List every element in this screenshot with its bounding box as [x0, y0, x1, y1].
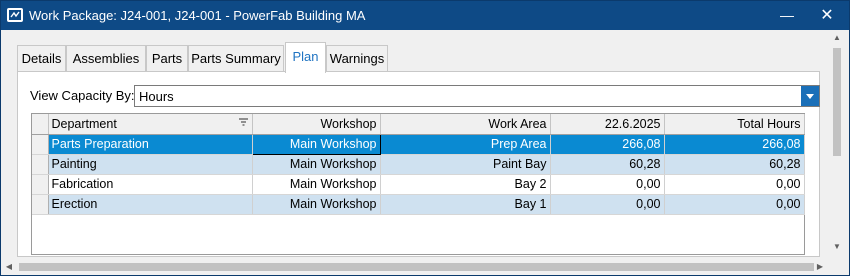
- capacity-grid[interactable]: Department Workshop Work Area 22.6.2025 …: [31, 113, 805, 255]
- tab-parts[interactable]: Parts: [146, 45, 188, 72]
- work-package-icon: [7, 8, 23, 22]
- chevron-down-icon[interactable]: [801, 86, 819, 106]
- work-package-window: Work Package: J24-001, J24-001 - PowerFa…: [0, 0, 850, 276]
- filter-icon[interactable]: [238, 118, 248, 127]
- row-selector[interactable]: [32, 174, 49, 195]
- cell-total-hours[interactable]: 0,00: [664, 174, 805, 195]
- cell-work-area[interactable]: Bay 1: [380, 194, 551, 215]
- column-header-label: Department: [51, 116, 117, 131]
- column-header-work-area[interactable]: Work Area: [380, 114, 551, 135]
- scroll-right-icon[interactable]: ▶: [812, 259, 828, 275]
- column-header-workshop[interactable]: Workshop: [252, 114, 381, 135]
- row-selector[interactable]: [32, 194, 49, 215]
- cell-date-hours[interactable]: 60,28: [550, 154, 665, 175]
- cell-total-hours[interactable]: 0,00: [664, 194, 805, 215]
- tab-warnings[interactable]: Warnings: [326, 45, 388, 72]
- cell-workshop[interactable]: Main Workshop: [252, 174, 381, 195]
- scrollbar-corner: [828, 259, 846, 275]
- cell-department[interactable]: Painting: [48, 154, 253, 175]
- table-row[interactable]: Parts Preparation Main Workshop Prep Are…: [32, 133, 805, 155]
- table-row[interactable]: Fabrication Main Workshop Bay 2 0,00 0,0…: [32, 174, 805, 195]
- minimize-button[interactable]: —: [767, 1, 807, 30]
- window-title: Work Package: J24-001, J24-001 - PowerFa…: [29, 8, 366, 23]
- tab-plan[interactable]: Plan: [285, 42, 326, 73]
- tab-assemblies[interactable]: Assemblies: [66, 45, 146, 72]
- capacity-table: Department Workshop Work Area 22.6.2025 …: [32, 114, 805, 215]
- vertical-scroll-thumb[interactable]: [833, 48, 841, 156]
- cell-work-area[interactable]: Bay 2: [380, 174, 551, 195]
- cell-work-area[interactable]: Prep Area: [380, 134, 551, 155]
- cell-work-area[interactable]: Paint Bay: [380, 154, 551, 175]
- table-row[interactable]: Painting Main Workshop Paint Bay 60,28 6…: [32, 154, 805, 175]
- cell-workshop[interactable]: Main Workshop: [252, 154, 381, 175]
- cell-department[interactable]: Parts Preparation: [48, 134, 253, 155]
- cell-workshop[interactable]: Main Workshop: [251, 133, 381, 155]
- cell-date-hours[interactable]: 0,00: [550, 174, 665, 195]
- tab-parts-summary[interactable]: Parts Summary: [188, 45, 284, 72]
- table-row[interactable]: Erection Main Workshop Bay 1 0,00 0,00: [32, 194, 805, 215]
- close-button[interactable]: ✕: [807, 1, 847, 30]
- cell-date-hours[interactable]: 266,08: [550, 134, 665, 155]
- horizontal-scroll-thumb[interactable]: [19, 263, 814, 271]
- plan-panel: View Capacity By: Hours Department Works…: [17, 71, 820, 257]
- column-header-date[interactable]: 22.6.2025: [550, 114, 665, 135]
- cell-department[interactable]: Erection: [48, 194, 253, 215]
- vertical-scrollbar[interactable]: ▲ ▼: [828, 30, 846, 259]
- horizontal-scrollbar[interactable]: ◀ ▶: [1, 259, 828, 275]
- row-selector[interactable]: [32, 134, 49, 155]
- row-selector[interactable]: [32, 154, 49, 175]
- scroll-up-icon[interactable]: ▲: [828, 30, 846, 46]
- cell-date-hours[interactable]: 0,00: [550, 194, 665, 215]
- scroll-down-icon[interactable]: ▼: [828, 239, 846, 255]
- window-content: Details Assemblies Parts Parts Summary P…: [1, 30, 849, 275]
- tab-details[interactable]: Details: [17, 45, 66, 72]
- column-header-department[interactable]: Department: [48, 114, 253, 135]
- cell-total-hours[interactable]: 266,08: [664, 134, 805, 155]
- grid-header-row: Department Workshop Work Area 22.6.2025 …: [32, 114, 805, 135]
- scroll-left-icon[interactable]: ◀: [1, 259, 17, 275]
- column-header-total-hours[interactable]: Total Hours: [664, 114, 805, 135]
- view-capacity-select[interactable]: Hours: [134, 85, 820, 107]
- view-capacity-value: Hours: [139, 89, 174, 104]
- cell-department[interactable]: Fabrication: [48, 174, 253, 195]
- title-bar[interactable]: Work Package: J24-001, J24-001 - PowerFa…: [1, 1, 849, 30]
- view-capacity-label: View Capacity By:: [30, 88, 135, 103]
- row-selector-header: [32, 114, 49, 135]
- cell-total-hours[interactable]: 60,28: [664, 154, 805, 175]
- cell-workshop[interactable]: Main Workshop: [252, 194, 381, 215]
